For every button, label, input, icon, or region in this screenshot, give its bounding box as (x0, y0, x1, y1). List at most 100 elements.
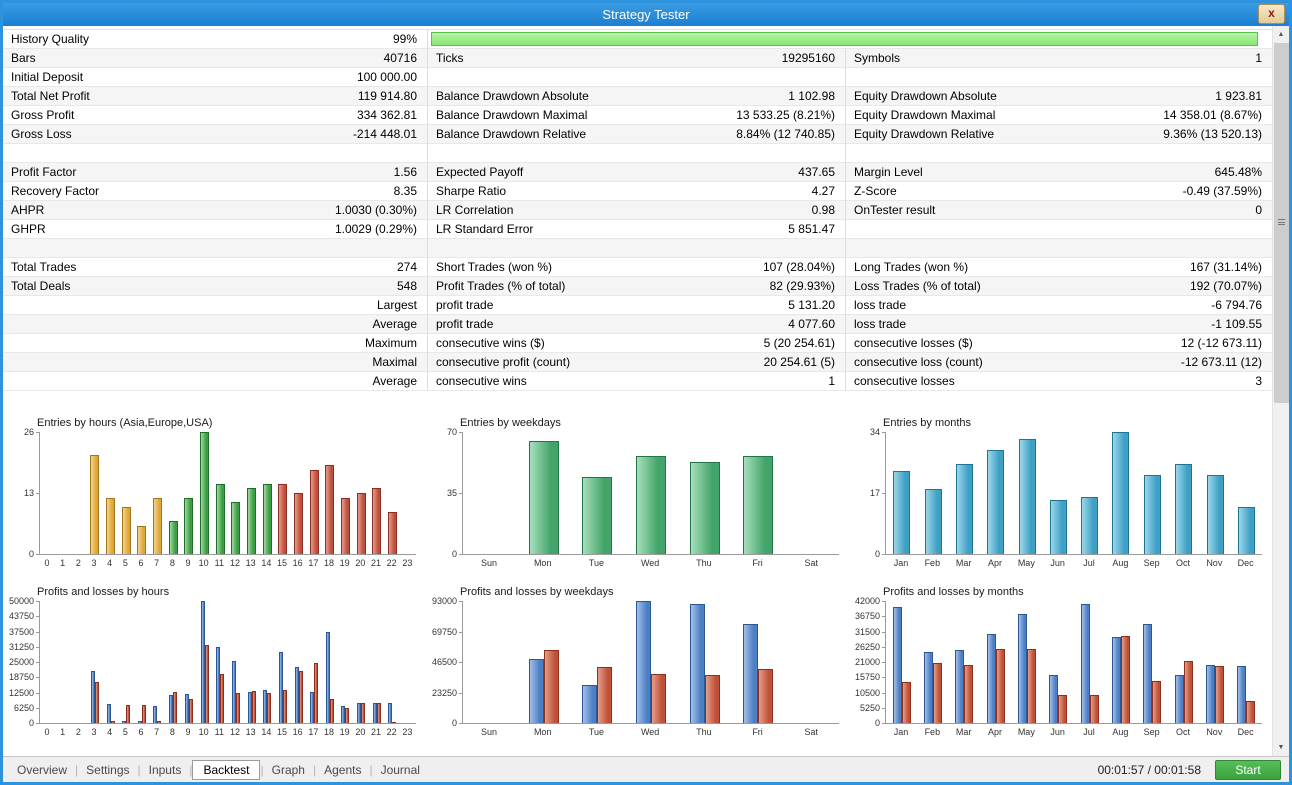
stat-label: Ticks (427, 49, 623, 68)
stat-value: 8.35 (175, 182, 427, 201)
y-axis-tick (882, 693, 885, 694)
y-axis-label: 13 (23, 488, 34, 498)
tab-list: Overview | Settings | Inputs | Backtest | Graph |… (9, 759, 428, 780)
tab-journal[interactable]: Journal (373, 760, 428, 780)
bar (345, 708, 349, 723)
x-axis-label: 6 (138, 558, 144, 568)
tab-graph[interactable]: Graph (264, 760, 313, 780)
stat-label: consecutive profit (count) (427, 353, 623, 372)
y-axis-label: 6250 (13, 702, 34, 713)
y-axis-label: 70 (446, 427, 457, 437)
bar (1143, 624, 1152, 723)
x-axis-label: 9 (185, 727, 191, 737)
backtest-results-panel: History Quality 99% Bars 40716 Ticks 19295160… (3, 26, 1289, 756)
y-axis-tick (36, 693, 39, 694)
stat-value: -0.49 (37.59%) (1041, 182, 1272, 201)
stat-label (3, 144, 175, 163)
bar (169, 521, 178, 554)
start-button[interactable]: Start (1215, 759, 1281, 780)
stats-row (3, 239, 1272, 258)
stat-value: Maximal (175, 353, 427, 372)
stat-label: Short Trades (won %) (427, 258, 623, 277)
x-axis-label: 15 (276, 558, 287, 568)
stat-label (427, 239, 623, 258)
stat-value: 99% (175, 30, 427, 49)
tab-settings[interactable]: Settings (78, 760, 137, 780)
tab-agents[interactable]: Agents (316, 760, 369, 780)
x-axis-label: Dec (1237, 727, 1254, 737)
tab-backtest[interactable]: Backtest (192, 759, 261, 780)
bar (252, 691, 256, 723)
bar (263, 484, 272, 554)
bar (341, 498, 350, 554)
bar (690, 462, 720, 554)
stats-row: Maximal consecutive profit (count) 20 254.… (3, 353, 1272, 372)
stat-value (623, 239, 845, 258)
x-axis-label: 5 (122, 558, 128, 568)
chart-title: Entries by hours (Asia,Europe,USA) (37, 417, 213, 429)
stat-label (845, 220, 1041, 239)
stats-row: Gross Loss -214 448.01 Balance Drawdown Re… (3, 125, 1272, 144)
x-axis-label: Sep (1143, 727, 1160, 737)
stat-label: Total Trades (3, 258, 175, 277)
close-button[interactable]: x (1258, 4, 1285, 24)
y-axis-tick (882, 432, 885, 433)
scrollbar-thumb[interactable] (1274, 43, 1289, 403)
x-axis-label: 16 (292, 727, 303, 737)
x-axis-label: 7 (154, 558, 160, 568)
bar (184, 498, 193, 554)
y-axis-tick (882, 632, 885, 633)
y-axis-tick (882, 647, 885, 648)
bar (392, 722, 396, 723)
chart-plot-area (462, 432, 839, 555)
scroll-up-button[interactable]: ▲ (1273, 26, 1289, 43)
stat-label: Total Deals (3, 277, 175, 296)
y-axis-tick (36, 647, 39, 648)
x-axis-label: Aug (1112, 558, 1129, 568)
x-axis-label: 12 (229, 727, 240, 737)
scroll-down-button[interactable]: ▼ (1273, 739, 1289, 756)
x-axis-label: 20 (355, 727, 366, 737)
stat-label: Symbols (845, 49, 1041, 68)
y-axis-tick (36, 554, 39, 555)
bar (361, 703, 365, 723)
x-axis-label: Thu (696, 558, 712, 568)
stat-value: 1.0030 (0.30%) (175, 201, 427, 220)
tab-overview[interactable]: Overview (9, 760, 75, 780)
tab-inputs[interactable]: Inputs (141, 760, 190, 780)
x-axis-label: 2 (75, 727, 81, 737)
stat-label: loss trade (845, 315, 1041, 334)
stat-label (427, 68, 623, 87)
charts-grid: Entries by hours (Asia,Europe,USA) 0 13 26 0… (3, 416, 1272, 754)
bar (236, 693, 240, 723)
x-axis-label: Jul (1083, 727, 1095, 737)
stat-value: 167 (31.14%) (1041, 258, 1272, 277)
stats-table: History Quality 99% Bars 40716 Ticks 19295160… (3, 29, 1272, 391)
stats-row: Recovery Factor 8.35 Sharpe Ratio 4.27 Z-Sco… (3, 182, 1272, 201)
titlebar[interactable]: Strategy Tester x (3, 3, 1289, 26)
x-axis-label: 3 (91, 727, 97, 737)
x-axis-label: 14 (261, 558, 272, 568)
stat-label: Bars (3, 49, 175, 68)
stat-label: Initial Deposit (3, 68, 175, 87)
x-axis-label: 7 (154, 727, 160, 737)
y-axis-tick (459, 554, 462, 555)
y-axis-label: 26250 (854, 641, 880, 652)
bar (597, 667, 612, 723)
stat-value: 8.84% (12 740.85) (623, 125, 845, 144)
x-axis-label: 6 (138, 727, 144, 737)
chart-entries-by-weekdays: Entries by weekdays 0 35 70 Sun Mon Tue Wed Thu F… (426, 416, 849, 585)
bar (205, 645, 209, 723)
y-axis-label: 0 (28, 549, 34, 559)
stat-label (845, 68, 1041, 87)
x-axis-label: 1 (60, 727, 66, 737)
statusbar-right: 00:01:57 / 00:01:58 Start (1098, 759, 1289, 780)
stat-label: Profit Factor (3, 163, 175, 182)
y-axis-label: 17 (869, 488, 880, 498)
stat-value: 1.56 (175, 163, 427, 182)
y-axis-tick (882, 601, 885, 602)
stat-label: Recovery Factor (3, 182, 175, 201)
stat-value (1041, 220, 1272, 239)
vertical-scrollbar[interactable]: ▲ ▼ (1272, 26, 1289, 756)
x-axis-label: Apr (987, 558, 1002, 568)
